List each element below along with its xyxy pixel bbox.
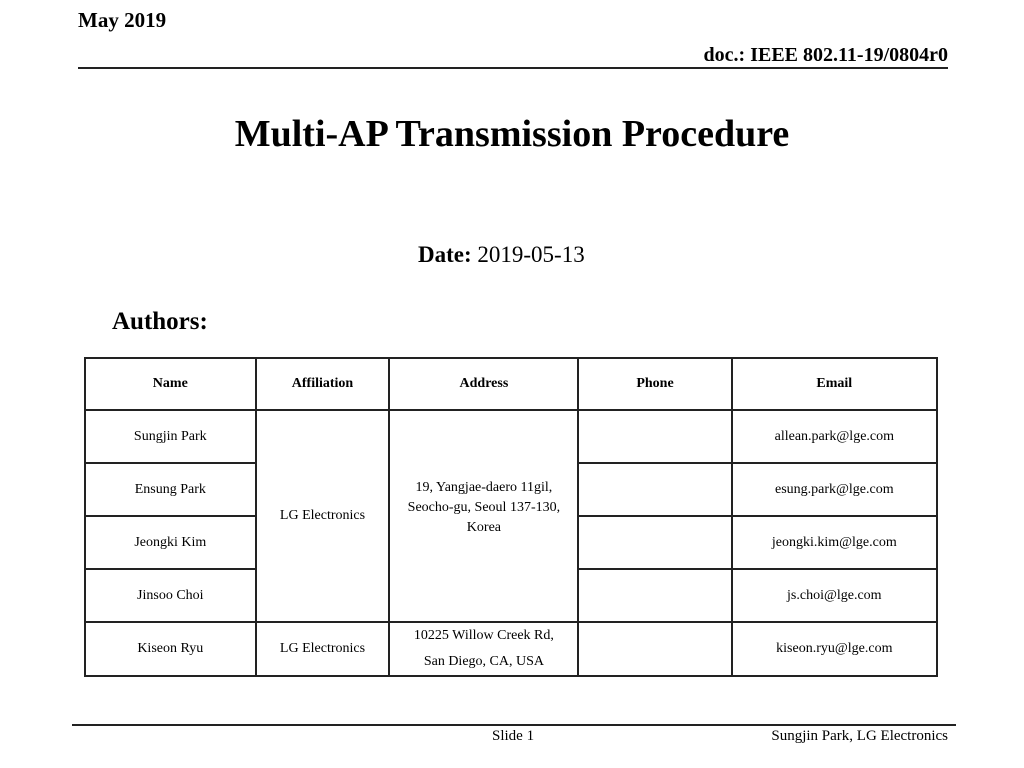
table-header-row: Name Affiliation Address Phone Email bbox=[84, 357, 939, 411]
author-address-text: 19, Yangjae-daero 11gil, Seocho-gu, Seou… bbox=[407, 480, 561, 535]
author-email: allean.park@lge.com bbox=[730, 409, 939, 464]
date-label: Date: bbox=[418, 242, 472, 267]
author-name: Kiseon Ryu bbox=[84, 621, 257, 677]
column-header-affiliation: Affiliation bbox=[254, 357, 391, 411]
column-header-address: Address bbox=[388, 357, 580, 411]
author-phone bbox=[577, 621, 733, 677]
author-phone bbox=[577, 568, 733, 623]
table-row: Kiseon Ryu LG Electronics 10225 Willow C… bbox=[84, 621, 939, 677]
header-divider bbox=[78, 67, 948, 69]
slide-number: Slide 1 bbox=[492, 728, 535, 744]
authors-heading: Authors: bbox=[112, 308, 208, 335]
footer-author: Sungjin Park, LG Electronics bbox=[771, 728, 948, 744]
author-name: Ensung Park bbox=[84, 462, 257, 517]
author-address: 10225 Willow Creek Rd, San Diego, CA, US… bbox=[388, 621, 580, 677]
author-affiliation: LG Electronics bbox=[254, 409, 391, 623]
author-name: Jeongki Kim bbox=[84, 515, 257, 570]
author-name: Jinsoo Choi bbox=[84, 568, 257, 623]
author-phone bbox=[577, 409, 733, 464]
author-email: js.choi@lge.com bbox=[730, 568, 939, 623]
author-affiliation: LG Electronics bbox=[254, 621, 391, 677]
author-phone bbox=[577, 462, 733, 517]
date-line: Date: 2019-05-13 bbox=[418, 242, 585, 268]
author-address: 19, Yangjae-daero 11gil, Seocho-gu, Seou… bbox=[388, 409, 580, 623]
date-value: 2019-05-13 bbox=[477, 242, 585, 267]
authors-table: Name Affiliation Address Phone Email Sun… bbox=[84, 357, 939, 677]
column-header-name: Name bbox=[84, 357, 257, 411]
author-email: esung.park@lge.com bbox=[730, 462, 939, 517]
author-email: kiseon.ryu@lge.com bbox=[730, 621, 939, 677]
header-doc-id: doc.: IEEE 802.11-19/0804r0 bbox=[703, 44, 948, 66]
author-name: Sungjin Park bbox=[84, 409, 257, 464]
header-date: May 2019 bbox=[78, 8, 167, 32]
table-row: Sungjin Park LG Electronics 19, Yangjae-… bbox=[84, 409, 939, 623]
column-header-email: Email bbox=[730, 357, 939, 411]
slide-title: Multi-AP Transmission Procedure bbox=[234, 113, 790, 155]
author-address-line-2: San Diego, CA, USA bbox=[423, 654, 544, 669]
author-email: jeongki.kim@lge.com bbox=[730, 515, 939, 570]
column-header-phone: Phone bbox=[577, 357, 733, 411]
author-phone bbox=[577, 515, 733, 570]
footer-divider bbox=[72, 724, 956, 726]
author-address-line-1: 10225 Willow Creek Rd, bbox=[413, 628, 554, 643]
